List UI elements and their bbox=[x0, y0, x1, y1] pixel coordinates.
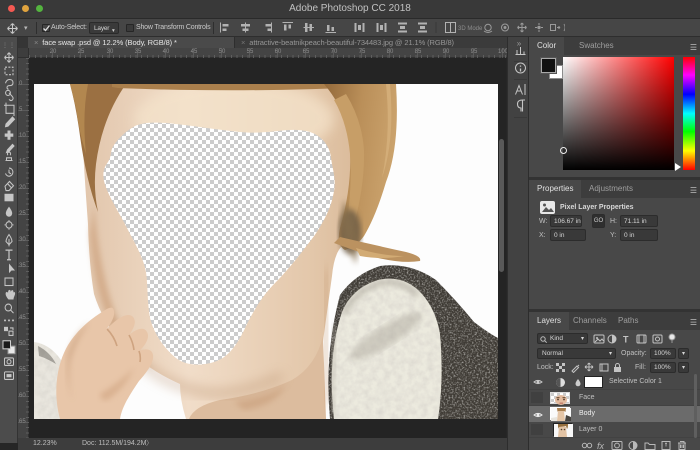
svg-text:T: T bbox=[623, 335, 629, 345]
svg-text:3D Mode: 3D Mode bbox=[458, 26, 483, 32]
svg-text:fx: fx bbox=[597, 441, 605, 450]
